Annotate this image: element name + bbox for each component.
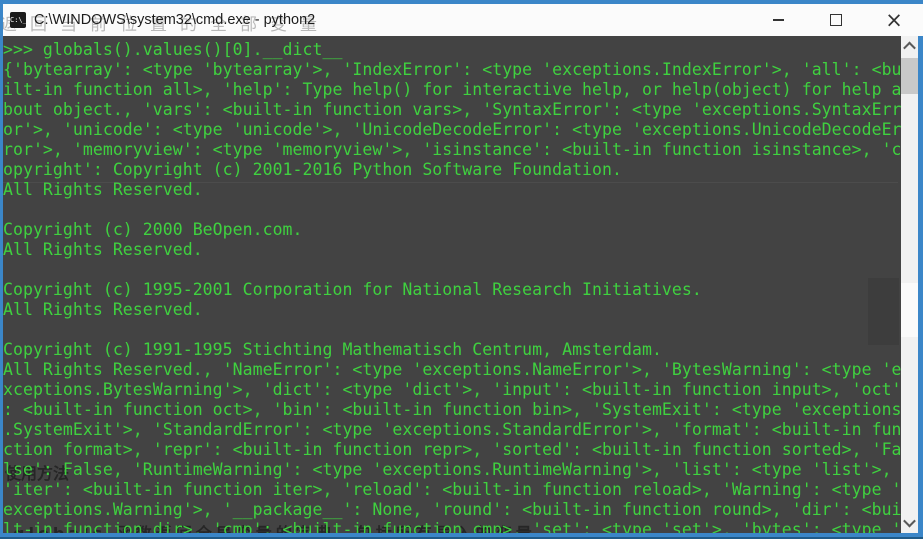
terminal-output: >>> globals().values()[0].__dict__ {'byte… — [3, 40, 901, 539]
terminal-line: lse': False, 'RuntimeWarning': <type 'ex… — [3, 460, 901, 479]
chevron-down-icon — [903, 514, 916, 528]
chevron-up-icon — [903, 41, 916, 55]
terminal-line: All Rights Reserved. — [3, 240, 203, 259]
scrollbar-track-highlight — [901, 283, 918, 337]
window-border-left — [0, 4, 3, 539]
close-icon: × — [885, 7, 903, 32]
terminal-line: or'>, 'unicode': <type 'unicode'>, 'Unic… — [3, 120, 901, 139]
cmd-icon: C:\_ — [10, 12, 26, 28]
scrollbar-thumb[interactable] — [901, 58, 918, 94]
terminal-line: {'bytearray': <type 'bytearray'>, 'Index… — [3, 60, 901, 79]
terminal-line: 'iter': <built-in function iter>, 'reloa… — [3, 480, 901, 499]
terminal-line: Copyright (c) 1995-2001 Corporation for … — [3, 280, 702, 299]
close-button[interactable]: × — [865, 4, 923, 36]
vertical-scrollbar[interactable] — [901, 36, 918, 539]
terminal-line: bout object., 'vars': <built-in function… — [3, 100, 901, 119]
scroll-up-button[interactable] — [901, 38, 918, 55]
terminal-line: All Rights Reserved. — [3, 300, 203, 319]
terminal-line: All Rights Reserved., 'NameError': <type… — [3, 360, 901, 379]
minimize-icon — [772, 19, 784, 21]
caption-buttons: × — [749, 4, 923, 36]
scroll-down-button[interactable] — [901, 514, 918, 531]
maximize-icon — [830, 14, 842, 26]
window-titlebar[interactable]: 返回当前位置的全部变量 C:\_ C:\WINDOWS\system32\cmd… — [0, 4, 923, 36]
window-title: C:\WINDOWS\system32\cmd.exe - python2 — [34, 12, 316, 28]
window-border-top — [0, 0, 923, 4]
terminal-line: xceptions.BytesWarning'>, 'dict': <type … — [3, 380, 901, 399]
terminal-line: Copyright (c) 2000 BeOpen.com. — [3, 220, 303, 239]
terminal-line: .SystemExit'>, 'StandardError': <type 'e… — [3, 420, 901, 439]
terminal-line: ilt-in function all>, 'help': Type help(… — [3, 80, 901, 99]
terminal-line: Copyright (c) 1991-1995 Stichting Mathem… — [3, 340, 662, 359]
minimize-button[interactable] — [749, 4, 807, 36]
terminal-line: exceptions.Warning'>, '__package__': Non… — [3, 500, 901, 519]
maximize-button[interactable] — [807, 4, 865, 36]
terminal-line: >>> globals().values()[0].__dict__ — [3, 40, 343, 59]
window-border-right — [918, 36, 923, 539]
terminal-line: ror'>, 'memoryview': <type 'memoryview'>… — [3, 140, 901, 159]
terminal-line: opyright': Copyright (c) 2001-2016 Pytho… — [3, 160, 622, 179]
terminal-line: All Rights Reserved. — [3, 180, 203, 199]
terminal-line: : <built-in function oct>, 'bin': <built… — [3, 400, 901, 419]
console-area[interactable]: 使用方法 globals 函数返回全局变量的字典，包括所有导入的变量 >>> g… — [3, 36, 901, 539]
terminal-line: ction format>, 'repr': <built-in functio… — [3, 440, 901, 459]
